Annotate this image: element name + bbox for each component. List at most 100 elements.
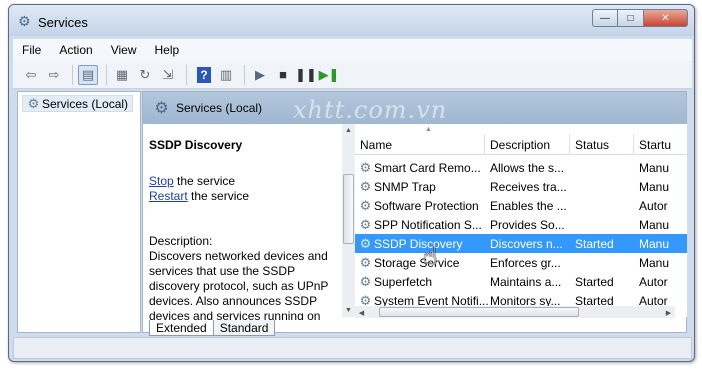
services-window: ⚙ Services — □ ✕ File Action View Help ⇦… [8,4,695,362]
tab-extended[interactable]: Extended [149,320,214,336]
service-gear-icon: ⚙ [359,197,372,213]
services-gear-icon: ⚙ [27,95,40,111]
table-row[interactable]: ⚙ SNMP Trap Receives tra... Manu [355,177,687,196]
stop-action: Stop the service [149,174,235,188]
service-startup-cell: Manu [639,236,670,251]
restart-link[interactable]: Restart [149,189,188,203]
menu-file[interactable]: File [13,43,50,57]
properties-icon[interactable]: ▦ [112,65,132,85]
menu-bar: File Action View Help [13,39,692,61]
scroll-thumb[interactable] [379,307,579,317]
window-title: Services [38,15,88,30]
start-service-icon[interactable]: ▶ [250,65,270,85]
restart-action: Restart the service [149,189,249,203]
toolbar-separator [186,64,187,85]
service-name: SSDP Discovery [149,138,243,152]
service-gear-icon: ⚙ [359,216,372,232]
back-arrow-icon[interactable]: ⇦ [21,65,41,85]
description-label: Description: [149,234,213,248]
service-gear-icon: ⚙ [359,178,372,194]
pane-title: Services (Local) [176,101,263,115]
restart-suffix: the service [187,189,250,203]
table-row-selected[interactable]: ⚙ SSDP Discovery Discovers n... Started M… [355,234,687,253]
detail-scrollbar[interactable]: ▲ ▼ [342,124,355,317]
help-icon[interactable]: ? [197,66,211,83]
scroll-right-arrow-icon[interactable]: ▶ [662,306,675,319]
service-name-cell: SPP Notification S... [374,217,482,232]
service-description-cell: Enables the ... [490,198,567,213]
menu-view[interactable]: View [102,43,146,57]
restart-service-icon[interactable]: ▶❚ [319,65,340,85]
service-name-cell: Storage Service [374,255,460,270]
toolbar-separator [244,64,245,85]
column-header-status[interactable]: Status [570,134,634,155]
services-list: ▲ Name Description Status Startu ⚙ Smart … [355,124,687,317]
list-horizontal-scrollbar[interactable]: ◀ ▶ [355,306,675,318]
scroll-up-arrow-icon[interactable]: ▲ [342,124,355,137]
service-name-cell: Superfetch [374,274,433,289]
toolbar-separator [72,64,73,85]
table-row[interactable]: ⚙ Superfetch Maintains a... Started Autor [355,272,687,291]
stop-service-icon[interactable]: ■ [273,65,293,85]
maximize-button[interactable]: □ [618,9,644,27]
service-gear-icon: ⚙ [359,159,372,175]
service-startup-cell: Autor [639,198,668,213]
service-description-cell: Allows the s... [490,160,565,175]
stop-link[interactable]: Stop [149,174,174,188]
pane-header: ⚙ Services (Local) xhtt.com.vn [143,92,686,124]
pause-service-icon[interactable]: ❚❚ [295,65,317,85]
service-name-cell: SSDP Discovery [374,236,463,251]
service-startup-cell: Autor [639,274,668,289]
minimize-button[interactable]: — [592,9,618,27]
service-name-cell: SNMP Trap [374,179,436,194]
service-status-cell: Started [575,274,614,289]
service-description-cell: Receives tra... [490,179,567,194]
tree-item-label: Services (Local) [42,96,129,111]
service-status-cell: Started [575,236,614,251]
table-row[interactable]: ⚙ Software Protection Enables the ... Aut… [355,196,687,215]
table-row[interactable]: ⚙ Smart Card Remo... Allows the s... Manu [355,158,687,177]
service-startup-cell: Manu [639,255,670,270]
column-label-status: Status [575,137,610,152]
column-label-startup: Startu [639,137,672,152]
tab-standard[interactable]: Standard [212,320,276,336]
scroll-left-arrow-icon[interactable]: ◀ [355,306,368,319]
hand-pointer-cursor-icon: ☝ [423,243,438,270]
service-description-cell: Discovers n... [490,236,563,251]
scroll-down-arrow-icon[interactable]: ▼ [342,304,355,317]
show-hide-tree-icon[interactable]: ▤ [78,64,98,85]
services-pane: ⚙ Services (Local) xhtt.com.vn SSDP Disc… [142,91,687,336]
column-header-description[interactable]: Description [485,134,570,155]
forward-arrow-icon[interactable]: ⇨ [44,65,64,85]
stop-suffix: the service [173,174,236,188]
service-gear-icon: ⚙ [359,254,372,270]
column-header-name[interactable]: ▲ Name [355,126,485,155]
console-icon[interactable]: ▥ [216,65,236,85]
table-row[interactable]: ⚙ Storage Service Enforces gr... Manu [355,253,687,272]
scroll-thumb[interactable] [343,174,354,244]
service-status-cell [575,158,633,177]
service-status-cell [575,177,633,196]
toolbar: ⇦ ⇨ ▤ ▦ ↻ ⇲ ? ▥ ▶ ■ ❚❚ ▶❚ [13,61,692,89]
service-status-cell [575,196,633,215]
service-gear-icon: ⚙ [359,235,372,251]
export-list-icon[interactable]: ⇲ [158,65,178,85]
menu-help[interactable]: Help [146,43,189,57]
title-bar[interactable]: ⚙ Services — □ ✕ [9,5,694,36]
service-startup-cell: Manu [639,217,670,232]
caption-buttons: — □ ✕ [592,9,688,27]
tree-pane: ⚙ Services (Local) [17,91,141,333]
table-row[interactable]: ⚙ SPP Notification S... Provides So... Ma… [355,215,687,234]
menu-action[interactable]: Action [50,43,101,57]
column-label-name: Name [360,137,393,152]
service-detail-panel: SSDP Discovery Stop the service Restart … [149,124,347,320]
watermark: xhtt.com.vn [293,96,448,124]
column-header-startup[interactable]: Startu [634,134,687,155]
service-status-cell [575,253,633,272]
close-button[interactable]: ✕ [644,9,688,27]
description-block: Description: Discovers networked devices… [149,234,345,320]
service-gear-icon: ⚙ [359,273,372,289]
tree-item-services-local[interactable]: ⚙ Services (Local) [22,95,134,112]
services-gear-icon: ⚙ [18,13,31,29]
refresh-icon[interactable]: ↻ [135,65,155,85]
